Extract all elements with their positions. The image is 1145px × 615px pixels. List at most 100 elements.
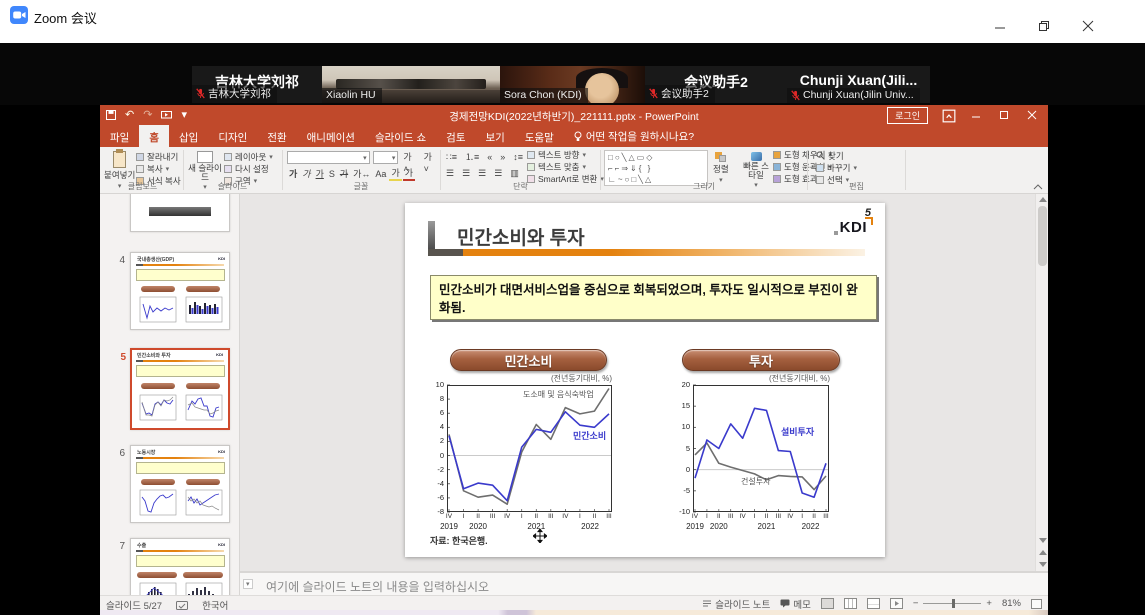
replace-button[interactable]: 바꾸기▾: [816, 162, 857, 173]
ribbon-group-drawing: □○╲△▭◇⌐⌐⇒⇓{ }∟~○□╲△ 정렬▾ 빠른 스타일▾ 도형 채우기▾ …: [601, 147, 807, 193]
justify-icon[interactable]: ☰: [492, 167, 504, 179]
highlight-color-icon[interactable]: 가: [389, 167, 401, 181]
fit-slide-to-window-icon[interactable]: [1031, 599, 1042, 609]
reading-view-button[interactable]: [867, 598, 880, 609]
zoom-out-icon[interactable]: −: [913, 598, 919, 609]
slide-sorter-view-button[interactable]: [844, 598, 857, 609]
strikethrough-icon[interactable]: 가: [338, 168, 350, 180]
font-name-combo[interactable]: ▾: [287, 151, 370, 164]
zoom-restore-button[interactable]: [1035, 18, 1053, 34]
bold-icon[interactable]: 가: [287, 168, 299, 180]
notes-splitter-icon[interactable]: ▾: [243, 579, 253, 589]
zoom-slider-handle[interactable]: [952, 599, 955, 608]
scroll-down-icon[interactable]: [1039, 538, 1047, 543]
tab-help[interactable]: 도움말: [515, 125, 564, 147]
zoom-close-button[interactable]: [1079, 18, 1097, 34]
italic-icon[interactable]: 가: [300, 168, 312, 180]
mini-line-chart: [139, 296, 177, 323]
login-button[interactable]: 로그인: [887, 107, 928, 124]
zoom-slider[interactable]: − +: [913, 598, 992, 609]
tab-slideshow[interactable]: 슬라이드 쇼: [365, 125, 436, 147]
thumbnail-slide-3-partial[interactable]: [130, 194, 230, 232]
copy-button[interactable]: 복사▾: [136, 163, 181, 174]
decrease-indent-icon[interactable]: «: [485, 151, 494, 163]
zoom-minimize-button[interactable]: [991, 18, 1009, 34]
notes-placeholder[interactable]: 여기에 슬라이드 노트의 내용을 입력하십시오: [266, 578, 489, 595]
investment-line-chart[interactable]: -10-505101520IVIIIIIIIVIIIIIIIVIIIIII201…: [693, 385, 829, 512]
layout-button[interactable]: 레이아웃▾: [224, 151, 273, 162]
ppt-close-button[interactable]: [1026, 109, 1040, 123]
zoom-percentage[interactable]: 81%: [1002, 598, 1021, 609]
participant-tile-active-speaker[interactable]: Xiaolin HU: [322, 66, 500, 103]
bullets-icon[interactable]: ∷≡: [444, 151, 459, 163]
copy-icon: [136, 165, 144, 173]
tell-me-box[interactable]: 어떤 작업을 원하시나요?: [564, 125, 704, 147]
text-shadow-icon[interactable]: S: [327, 168, 337, 180]
tab-home[interactable]: 홈: [139, 125, 169, 147]
mini-bar-chart: [185, 296, 223, 323]
notes-pane[interactable]: ▾ 여기에 슬라이드 노트의 내용을 입력하십시오: [240, 571, 1048, 595]
thumbnail-slide-7[interactable]: 7 수출 KDI: [130, 538, 230, 595]
slide-editing-canvas[interactable]: 5 민간소비와 투자 KDI 민간소비가 대면서비스업을 중심으로 회복되었으며…: [240, 194, 1035, 571]
shrink-font-icon[interactable]: 가˅: [422, 151, 439, 175]
tab-review[interactable]: 검토: [436, 125, 475, 147]
key-message-box[interactable]: 민간소비가 대면서비스업을 중심으로 회복되었으며, 투자도 일시적으로 부진이…: [430, 275, 877, 320]
text-direction-button[interactable]: 텍스트 방향▾: [527, 149, 604, 160]
new-slide-icon: [197, 151, 213, 163]
scroll-up-icon[interactable]: [1039, 197, 1047, 202]
participant-tile[interactable]: 吉林大学刘祁 吉林大学刘祁: [192, 66, 322, 103]
ribbon-group-paragraph: ∷≡ ⒈≡ « » ↕≡ ☰ ☰ ☰ ☰ ▥ 텍스트 방향▾ 텍스트 맞춤▾ S…: [441, 147, 600, 193]
ppt-maximize-button[interactable]: [998, 109, 1012, 123]
align-right-icon[interactable]: ☰: [476, 167, 488, 179]
underline-icon[interactable]: 가: [314, 168, 326, 180]
arrange-button[interactable]: 정렬▾: [713, 149, 729, 184]
tab-insert[interactable]: 삽입: [169, 125, 208, 147]
tab-transitions[interactable]: 전환: [257, 125, 296, 147]
thumbnail-slide-6[interactable]: 6 노동시장 KDI: [130, 445, 230, 523]
tab-animations[interactable]: 애니메이션: [297, 125, 365, 147]
align-text-button[interactable]: 텍스트 맞춤▾: [527, 161, 604, 172]
slide-scrollbar[interactable]: [1035, 194, 1048, 571]
slide-thumbnail-panel[interactable]: 4 국내총생산(GDP) KDI 5: [100, 194, 240, 595]
tab-file[interactable]: 파일: [100, 125, 139, 147]
unit-label-right: (전년동기대비, %): [735, 373, 830, 384]
numbering-icon[interactable]: ⒈≡: [463, 151, 481, 163]
consumption-line-chart[interactable]: -8-6-4-20246810IVIIIIIIIVIIIIIIIVIIIIII2…: [447, 385, 612, 512]
slide-title[interactable]: 민간소비와 투자: [457, 223, 585, 250]
font-size-combo[interactable]: ▾: [373, 151, 399, 164]
comments-toggle-button[interactable]: 메모: [780, 597, 810, 611]
change-case-icon[interactable]: Aa: [373, 168, 388, 180]
ribbon-display-options-icon[interactable]: [942, 109, 956, 123]
line-spacing-icon[interactable]: ↕≡: [511, 151, 525, 163]
notes-toggle-button[interactable]: 슬라이드 노트: [702, 597, 770, 611]
mic-muted-icon: [196, 88, 205, 99]
ppt-minimize-button[interactable]: [970, 109, 984, 123]
chart-header-investment[interactable]: 투자: [682, 349, 840, 371]
chart-header-consumption[interactable]: 민간소비: [450, 349, 607, 371]
normal-view-button[interactable]: [821, 598, 834, 609]
increase-indent-icon[interactable]: »: [498, 151, 507, 163]
previous-slide-icon[interactable]: [1039, 550, 1047, 555]
participant-tile[interactable]: Chunji Xuan(Jili... Chunji Xuan(Jilin Un…: [787, 66, 930, 103]
font-color-icon[interactable]: 가: [403, 167, 415, 181]
align-center-icon[interactable]: ☰: [460, 167, 472, 179]
participant-tile[interactable]: Sora Chon (KDI): [500, 66, 645, 103]
slideshow-view-button[interactable]: [890, 598, 903, 609]
scrollbar-thumb[interactable]: [1038, 206, 1047, 266]
align-left-icon[interactable]: ☰: [444, 167, 456, 179]
columns-icon[interactable]: ▥: [508, 167, 521, 179]
thumbnail-slide-5-selected[interactable]: 5 민간소비와 투자 KDI: [130, 348, 230, 430]
participant-tile[interactable]: 会议助手2 会议助手2: [645, 66, 787, 103]
tab-view[interactable]: 보기: [476, 125, 515, 147]
next-slide-icon[interactable]: [1039, 562, 1047, 567]
character-spacing-icon[interactable]: 가↔: [351, 168, 372, 180]
tab-design[interactable]: 디자인: [208, 125, 257, 147]
zoom-in-icon[interactable]: +: [986, 598, 992, 609]
current-slide[interactable]: 5 민간소비와 투자 KDI 민간소비가 대면서비스업을 중심으로 회복되었으며…: [405, 203, 885, 557]
find-button[interactable]: 찾기: [816, 150, 857, 161]
thumbnail-slide-4[interactable]: 4 국내총생산(GDP) KDI: [130, 252, 230, 330]
cut-button[interactable]: 잘라내기: [136, 151, 181, 162]
reset-button[interactable]: 다시 설정: [224, 163, 273, 174]
accessibility-check-icon[interactable]: [176, 601, 188, 610]
collapse-ribbon-icon[interactable]: [1033, 184, 1043, 190]
